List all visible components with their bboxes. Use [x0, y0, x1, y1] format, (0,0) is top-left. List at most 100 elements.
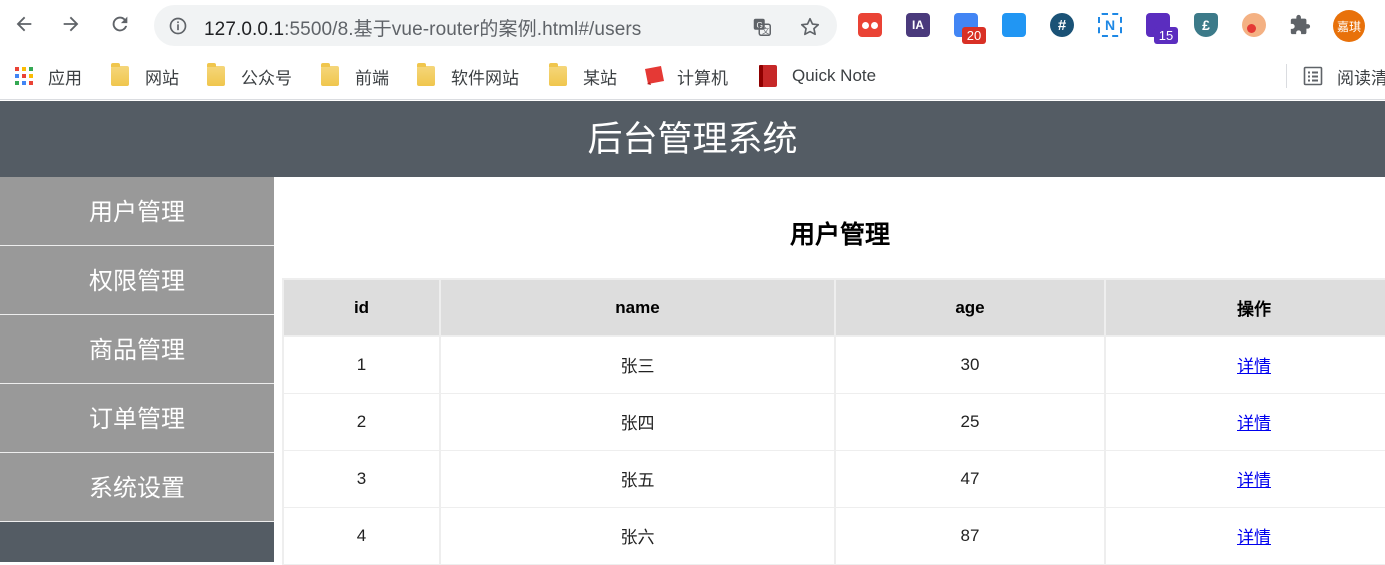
table-row: 1 张三 30 详情 — [282, 335, 1385, 394]
red-bookmark-icon — [645, 66, 664, 85]
reading-list-label: 阅读清 — [1337, 68, 1385, 88]
hashtag-extension[interactable]: # — [1050, 13, 1074, 37]
cell-name: 张三 — [439, 335, 836, 394]
browser-toolbar: 127.0.0.1:5500/8.基于vue-router的案例.html#/u… — [0, 0, 1385, 52]
table-row: 2 张四 25 详情 — [282, 392, 1385, 451]
app-header: 后台管理系统 — [0, 101, 1385, 177]
arrow-right-icon — [63, 16, 79, 32]
sidebar-item-orders[interactable]: 订单管理 — [0, 384, 274, 453]
cell-name: 张六 — [439, 506, 836, 565]
readit-extension[interactable] — [858, 13, 882, 37]
cell-name: 张四 — [439, 392, 836, 451]
rss-orange-extension[interactable] — [1242, 13, 1266, 37]
cell-age: 87 — [834, 506, 1106, 565]
bookmark-label: 应用 — [48, 68, 82, 88]
column-header-action: 操作 — [1104, 278, 1385, 337]
back-button[interactable] — [8, 8, 40, 40]
bookmark-folder[interactable]: 公众号 — [207, 63, 292, 89]
extension-badge: 20 — [962, 27, 986, 44]
main-content: 用户管理 id name age 操作 1 张三 30 详情 2 张四 25 详… — [274, 177, 1385, 565]
profile-avatar[interactable]: 嘉琪 — [1333, 10, 1365, 42]
rss-extension[interactable]: 20 — [954, 13, 986, 44]
reload-button[interactable] — [104, 8, 136, 40]
details-link[interactable]: 详情 — [1237, 471, 1271, 490]
cell-age: 30 — [834, 335, 1106, 394]
bookmark-label: 公众号 — [241, 68, 292, 88]
app-title: 后台管理系统 — [587, 120, 798, 160]
cell-name: 张五 — [439, 449, 836, 508]
url-path: :5500/8.基于vue-router的案例.html#/users — [284, 19, 642, 40]
extension-label: IA — [912, 18, 924, 32]
folder-icon — [321, 63, 339, 86]
cell-id: 4 — [282, 506, 441, 565]
table-row: 4 张六 87 详情 — [282, 506, 1385, 565]
forward-button[interactable] — [55, 8, 87, 40]
bookmark-folder[interactable]: 软件网站 — [417, 63, 519, 89]
extension-label: £ — [1202, 17, 1210, 33]
reload-icon — [112, 16, 128, 32]
blue-square-extension[interactable] — [1002, 13, 1026, 37]
folder-icon — [549, 63, 567, 86]
bookmark-folder[interactable]: 前端 — [321, 63, 389, 89]
reading-list[interactable]: 阅读清 — [1303, 63, 1385, 89]
sidebar: 用户管理 权限管理 商品管理 订单管理 系统设置 — [0, 177, 274, 562]
bookmark-label: 计算机 — [677, 68, 728, 88]
page-title: 用户管理 — [789, 220, 890, 249]
cell-age: 25 — [834, 392, 1106, 451]
url-text[interactable]: 127.0.0.1:5500/8.基于vue-router的案例.html#/u… — [204, 14, 641, 41]
cell-id: 1 — [282, 335, 441, 394]
svg-text:文: 文 — [762, 26, 770, 35]
bookmark-label: 前端 — [355, 68, 389, 88]
column-header-name: name — [439, 278, 836, 337]
n-extension[interactable]: N — [1098, 13, 1122, 37]
sidebar-item-users[interactable]: 用户管理 — [0, 177, 274, 246]
reading-list-icon — [1303, 66, 1323, 86]
users-table: id name age 操作 1 张三 30 详情 2 张四 25 详情 3 张… — [282, 278, 1385, 565]
translate-icon[interactable]: G文 — [750, 15, 774, 39]
info-icon[interactable] — [168, 16, 188, 36]
bookmark-computer[interactable]: 计算机 — [643, 63, 728, 89]
cell-action: 详情 — [1104, 506, 1385, 565]
folder-icon — [111, 63, 129, 86]
address-bar[interactable]: 127.0.0.1:5500/8.基于vue-router的案例.html#/u… — [154, 5, 837, 46]
sidebar-item-products[interactable]: 商品管理 — [0, 315, 274, 384]
bookmark-label: 网站 — [145, 68, 179, 88]
url-host: 127.0.0.1 — [204, 19, 285, 40]
table-row: 3 张五 47 详情 — [282, 449, 1385, 508]
cell-id: 2 — [282, 392, 441, 451]
extension-badge: 15 — [1154, 27, 1178, 44]
bookmark-label: Quick Note — [792, 66, 877, 85]
column-header-id: id — [282, 278, 441, 337]
bookmark-apps[interactable]: 应用 — [14, 63, 82, 89]
puzzle-icon[interactable] — [1288, 13, 1312, 37]
cell-age: 47 — [834, 449, 1106, 508]
arrow-left-icon — [16, 16, 32, 32]
cell-action: 详情 — [1104, 449, 1385, 508]
bookmark-folder[interactable]: 某站 — [549, 63, 617, 89]
bookmark-label: 某站 — [583, 68, 617, 88]
extension-label: # — [1057, 16, 1067, 34]
shield-extension[interactable]: £ — [1194, 13, 1218, 37]
column-header-age: age — [834, 278, 1106, 337]
apps-grid-icon — [15, 67, 33, 85]
extension-label: N — [1104, 17, 1116, 33]
details-link[interactable]: 详情 — [1237, 414, 1271, 433]
ia-extension[interactable]: IA — [906, 13, 930, 37]
graduation-extension[interactable]: 15 — [1146, 13, 1178, 44]
bookmark-folder[interactable]: 网站 — [111, 63, 179, 89]
details-link[interactable]: 详情 — [1237, 528, 1271, 547]
sidebar-item-permissions[interactable]: 权限管理 — [0, 246, 274, 315]
table-header-row: id name age 操作 — [282, 278, 1385, 337]
bookmark-label: 软件网站 — [451, 68, 519, 88]
details-link[interactable]: 详情 — [1237, 357, 1271, 376]
cell-action: 详情 — [1104, 392, 1385, 451]
cell-action: 详情 — [1104, 335, 1385, 394]
cell-id: 3 — [282, 449, 441, 508]
bookmark-star-icon[interactable] — [798, 15, 822, 39]
book-icon — [759, 65, 777, 87]
bookmark-quick-note[interactable]: Quick Note — [757, 63, 876, 89]
sidebar-item-settings[interactable]: 系统设置 — [0, 453, 274, 522]
bookmarks-bar: 应用 网站 公众号 前端 软件网站 某站 计算机 Quick Note 阅读清 — [0, 52, 1385, 100]
folder-icon — [417, 63, 435, 86]
folder-icon — [207, 63, 225, 86]
